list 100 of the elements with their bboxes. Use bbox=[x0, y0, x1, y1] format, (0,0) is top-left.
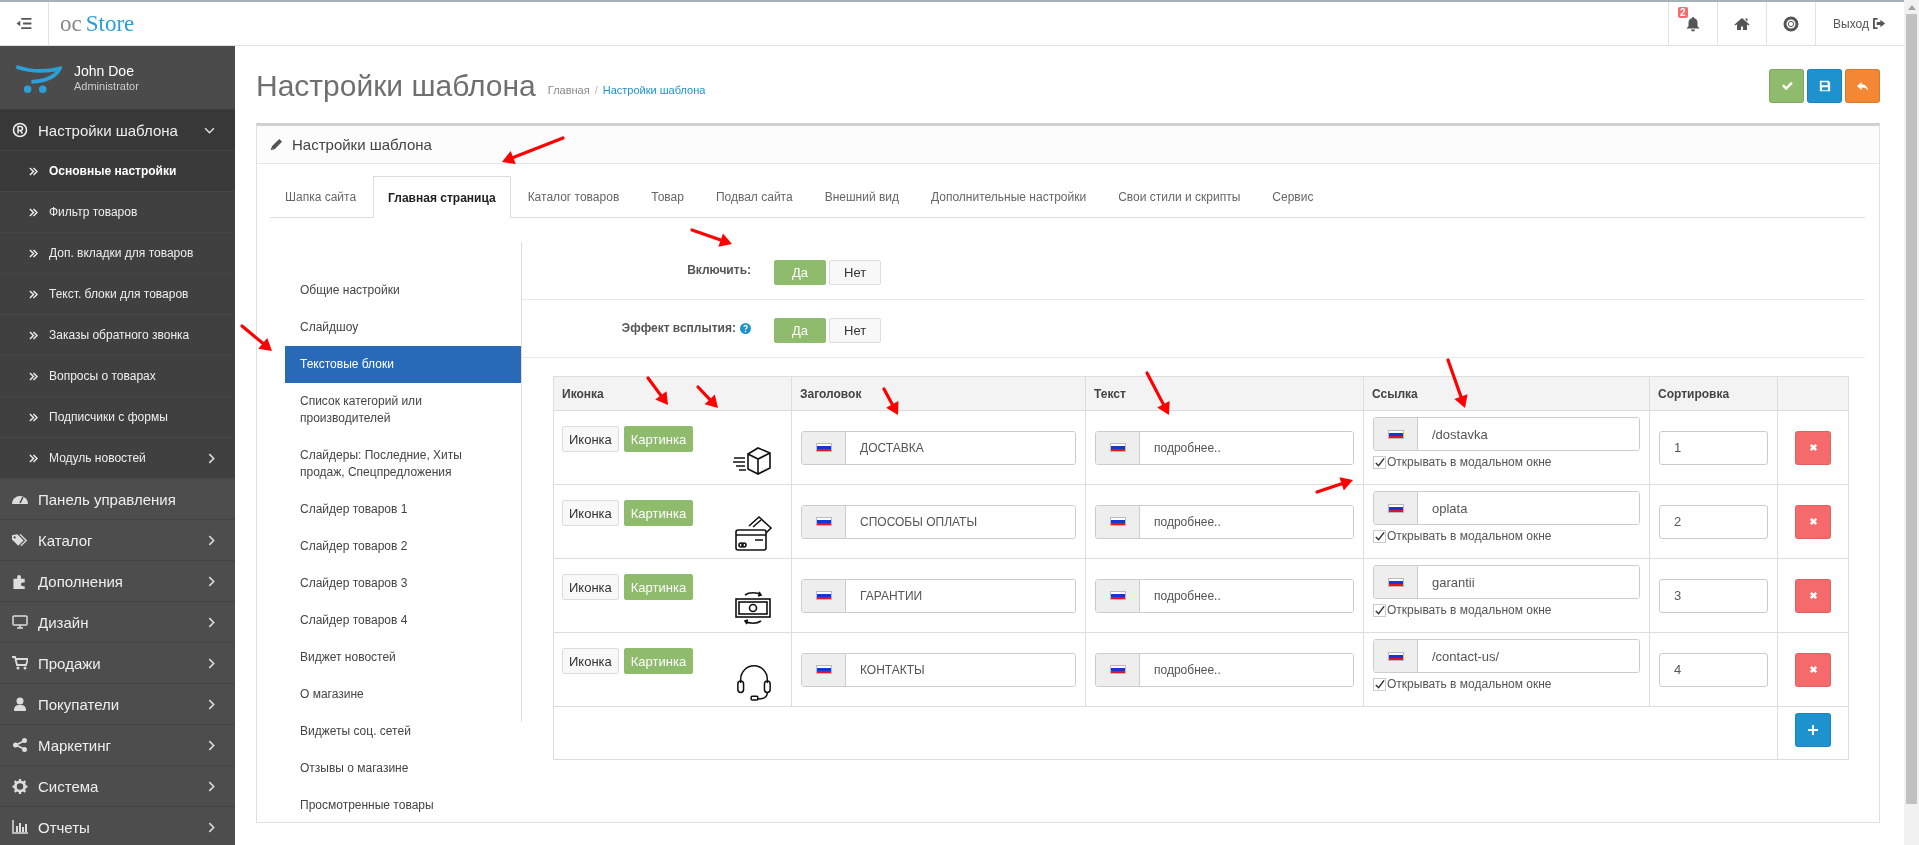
add-button[interactable] bbox=[1795, 713, 1831, 747]
sidebar-subitem[interactable]: Модуль новостей bbox=[0, 438, 235, 479]
mode-option[interactable]: Иконка bbox=[562, 500, 619, 526]
remove-button[interactable] bbox=[1795, 504, 1831, 539]
annotation-arrow bbox=[502, 136, 565, 165]
double-chevron-icon bbox=[29, 248, 38, 258]
tab[interactable]: Внешний вид bbox=[809, 176, 914, 217]
tab[interactable]: Подвал сайта bbox=[700, 176, 808, 217]
section-nav-item[interactable]: Общие настройки bbox=[285, 272, 521, 309]
breadcrumb[interactable]: Главная bbox=[547, 84, 590, 96]
title-field[interactable]: КОНТАКТЫ bbox=[801, 652, 1076, 687]
tab[interactable]: Товар bbox=[636, 176, 699, 217]
sidebar-subitem[interactable]: Основные настройки bbox=[0, 151, 235, 192]
tab[interactable]: Главная страница bbox=[373, 176, 511, 218]
tab[interactable]: Дополнительные настройки bbox=[916, 176, 1102, 217]
mode-option[interactable]: Иконка bbox=[562, 426, 619, 452]
flag-icon bbox=[815, 665, 832, 674]
text-field[interactable]: подробнее.. bbox=[1095, 504, 1354, 539]
annotation-arrow bbox=[882, 387, 899, 415]
column-header: Ссылка bbox=[1363, 376, 1650, 411]
scrollbar[interactable] bbox=[1904, 0, 1919, 845]
checkmark-icon bbox=[1374, 604, 1385, 617]
tab[interactable]: Шапка сайта bbox=[270, 176, 372, 217]
mode-option[interactable]: Иконка bbox=[562, 648, 619, 674]
section-nav-item[interactable]: Слайдер товаров 1 bbox=[285, 491, 521, 528]
sort-field[interactable]: 3 bbox=[1659, 578, 1768, 613]
close-icon bbox=[1808, 443, 1818, 452]
double-chevron-icon bbox=[29, 371, 38, 381]
double-chevron-icon bbox=[29, 289, 38, 299]
section-nav-item[interactable]: Слайдер товаров 3 bbox=[285, 565, 521, 602]
link-field[interactable]: /dostavka bbox=[1373, 417, 1640, 451]
back-button[interactable] bbox=[1845, 69, 1880, 103]
toggle-option[interactable]: Нет bbox=[829, 260, 882, 285]
column-header: Сортировка bbox=[1649, 376, 1778, 411]
breadcrumb-separator: / bbox=[594, 84, 598, 96]
lifebuoy-icon bbox=[1783, 15, 1799, 32]
checkmark-icon bbox=[1374, 530, 1385, 543]
close-icon bbox=[1808, 591, 1818, 600]
sidebar-subitem[interactable]: Вопросы о товарах bbox=[0, 356, 235, 397]
sort-field[interactable]: 2 bbox=[1659, 504, 1768, 539]
modal-checkbox[interactable]: Открывать в модальном окне bbox=[1373, 529, 1552, 543]
section-nav-item[interactable]: О магазине bbox=[285, 676, 521, 713]
link-field[interactable]: oplata bbox=[1373, 491, 1640, 525]
title-field[interactable]: СПОСОБЫ ОПЛАТЫ bbox=[801, 504, 1076, 539]
breadcrumb[interactable]: Настройки шаблона bbox=[602, 84, 706, 96]
title-field[interactable]: ГАРАНТИИ bbox=[801, 578, 1076, 613]
text-field[interactable]: подробнее.. bbox=[1095, 652, 1354, 687]
tags-icon bbox=[12, 533, 28, 547]
sidebar-subitem[interactable]: Текст. блоки для товаров bbox=[0, 274, 235, 315]
user-icon bbox=[12, 697, 28, 711]
section-nav-item[interactable]: Просмотренные товары bbox=[285, 787, 521, 824]
save-and-stay-button[interactable] bbox=[1769, 69, 1804, 103]
remove-button[interactable] bbox=[1795, 652, 1831, 687]
section-nav-item[interactable]: Слайдеры: Последние, Хиты продаж, Спецпредложения bbox=[285, 437, 521, 491]
link-field[interactable]: /contact-us/ bbox=[1373, 639, 1640, 673]
tab[interactable]: Сервис bbox=[1257, 176, 1329, 217]
sidebar-subitem[interactable]: Подписчики с формы bbox=[0, 397, 235, 438]
tab[interactable]: Каталог товаров bbox=[512, 176, 635, 217]
notification-badge: 2 bbox=[1678, 7, 1688, 18]
modal-checkbox[interactable]: Открывать в модальном окне bbox=[1373, 603, 1552, 617]
flag-icon bbox=[1387, 503, 1404, 513]
modal-checkbox[interactable]: Открывать в модальном окне bbox=[1373, 455, 1552, 469]
section-nav-item[interactable]: Отзывы о магазине bbox=[285, 750, 521, 787]
flag-icon bbox=[815, 443, 832, 452]
flag-icon bbox=[1109, 443, 1126, 452]
remove-button[interactable] bbox=[1795, 578, 1831, 613]
section-nav-item[interactable]: Виджеты соц. сетей bbox=[285, 713, 521, 750]
user-name: John Doe bbox=[74, 63, 135, 79]
check-icon bbox=[1780, 81, 1793, 91]
double-chevron-icon bbox=[29, 166, 38, 176]
dashboard-icon bbox=[12, 493, 28, 505]
section-nav-item[interactable]: Текстовые блоки bbox=[285, 346, 521, 383]
title-field[interactable]: ДОСТАВКА bbox=[801, 430, 1076, 465]
section-nav-item[interactable]: Слайдер товаров 4 bbox=[285, 602, 521, 639]
tab[interactable]: Свои стили и скрипты bbox=[1103, 176, 1256, 217]
checkmark-icon bbox=[1374, 456, 1385, 469]
link-field[interactable]: garantii bbox=[1373, 565, 1640, 599]
save-button[interactable] bbox=[1807, 69, 1842, 103]
save-icon bbox=[1818, 80, 1831, 92]
column-header: Заголовок bbox=[791, 376, 1086, 411]
section-nav-item[interactable]: Слайдшоу bbox=[285, 309, 521, 346]
annotation-arrow bbox=[646, 376, 668, 405]
text-field[interactable]: подробнее.. bbox=[1095, 578, 1354, 613]
sidebar-subitem[interactable]: Заказы обратного звонка bbox=[0, 315, 235, 356]
sort-field[interactable]: 4 bbox=[1659, 652, 1768, 687]
sidebar-subitem[interactable]: Фильтр товаров bbox=[0, 192, 235, 233]
menu-icon bbox=[16, 17, 32, 30]
mode-option[interactable]: Иконка bbox=[562, 574, 619, 600]
remove-button[interactable] bbox=[1795, 430, 1831, 465]
sidebar-subitem[interactable]: Доп. вкладки для товаров bbox=[0, 233, 235, 274]
sort-field[interactable]: 1 bbox=[1659, 430, 1768, 465]
modal-checkbox[interactable]: Открывать в модальном окне bbox=[1373, 677, 1552, 691]
bar-chart-icon bbox=[12, 820, 28, 834]
section-nav-item[interactable]: Слайдер товаров 2 bbox=[285, 528, 521, 565]
section-nav-item[interactable]: Виджет новостей bbox=[285, 639, 521, 676]
gear-icon bbox=[12, 778, 28, 794]
text-field[interactable]: подробнее.. bbox=[1095, 430, 1354, 465]
toggle-option[interactable]: Нет bbox=[829, 318, 882, 343]
section-nav-item[interactable]: Список категорий или производителей bbox=[285, 383, 521, 437]
flag-icon bbox=[1109, 591, 1126, 600]
